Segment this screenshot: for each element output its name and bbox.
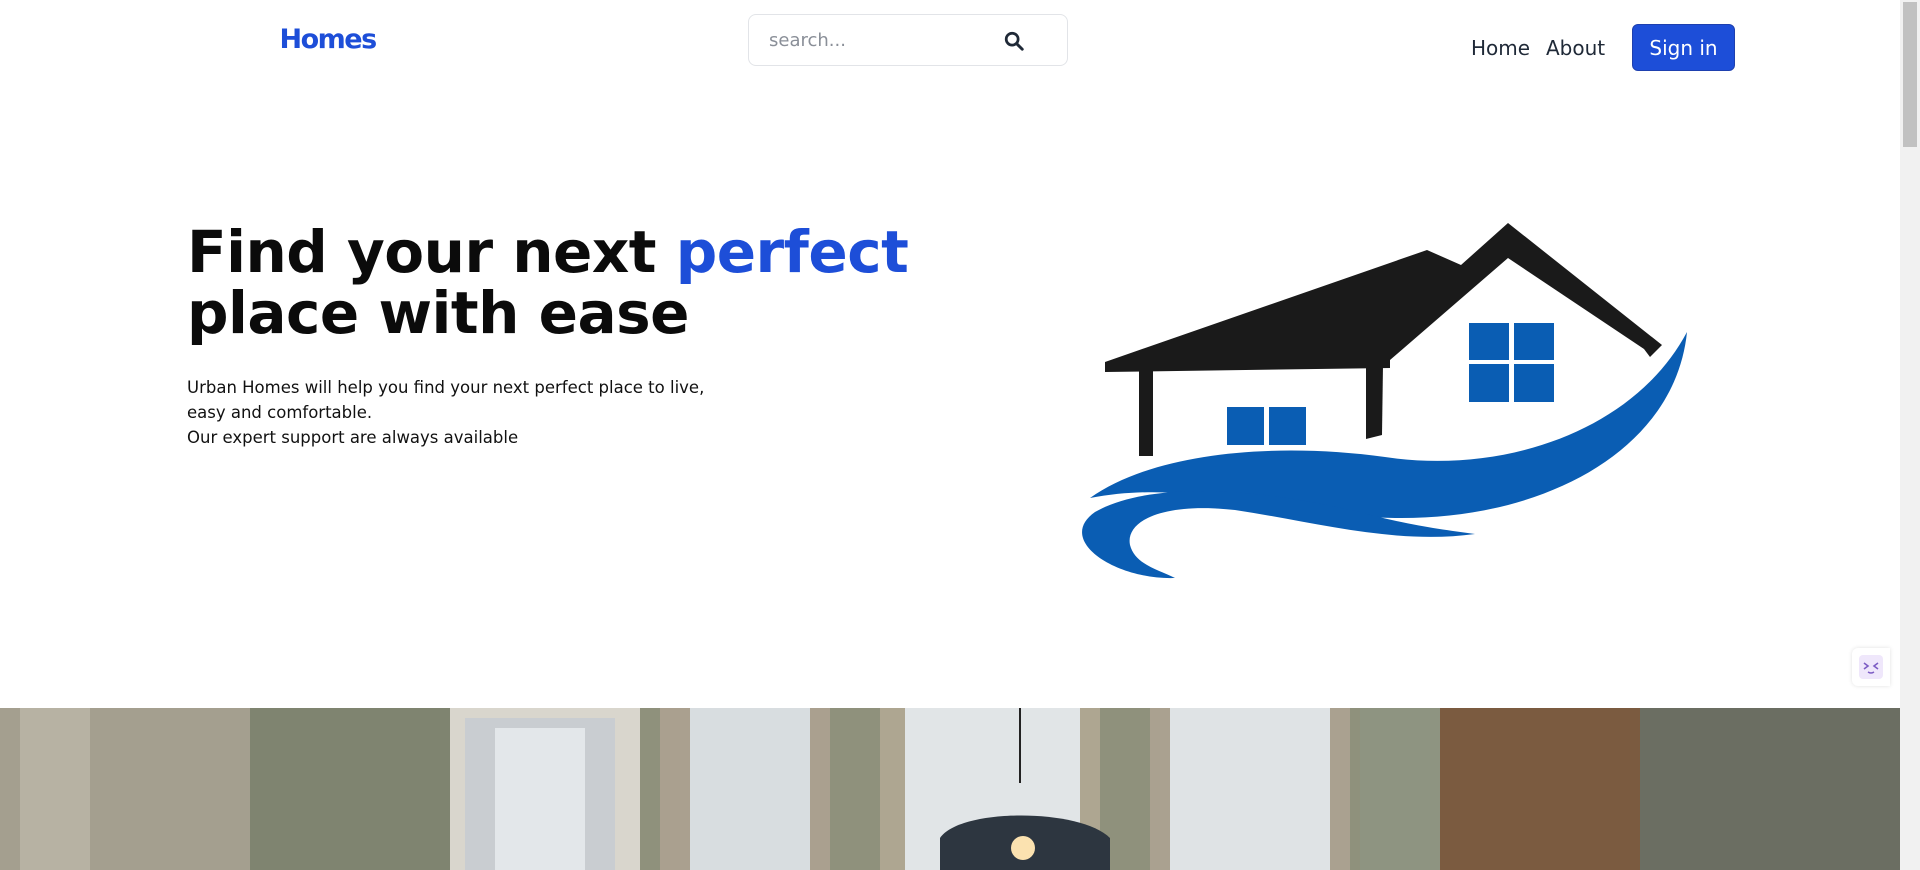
nav-about-link[interactable]: About <box>1546 36 1605 60</box>
hero-desc-line3: Our expert support are always available <box>187 428 519 447</box>
logo-urban-text: Urban <box>173 22 278 58</box>
site-logo[interactable]: Urban Homes <box>173 22 378 58</box>
hero-title-accent: perfect <box>675 218 909 286</box>
hero-description: Urban Homes will help you find your next… <box>187 375 704 450</box>
hero-title-line2: place with ease <box>187 279 689 347</box>
assistant-widget-button[interactable] <box>1852 648 1890 686</box>
sign-in-button[interactable]: Sign in <box>1632 24 1735 71</box>
search-box <box>748 14 1068 66</box>
get-started-label: let's get started... <box>222 492 406 514</box>
assistant-widget-icon <box>1859 655 1883 679</box>
hero-desc-line2: easy and comfortable. <box>187 403 373 422</box>
search-input[interactable] <box>769 29 1009 51</box>
hero-title: Find your next perfect place with ease <box>187 222 909 347</box>
search-icon[interactable] <box>1003 30 1025 52</box>
hero-desc-line1: Urban Homes will help you find your next… <box>187 378 705 397</box>
scrollbar-thumb[interactable] <box>1903 2 1917 147</box>
nav-home-link[interactable]: Home <box>1471 36 1530 60</box>
house-logo-icon <box>1082 223 1687 579</box>
room-photo <box>0 708 1900 870</box>
logo-homes-text: Homes <box>279 24 378 55</box>
hero-title-plain: Find your next <box>187 218 676 286</box>
get-started-button[interactable]: let's get started... <box>187 478 417 528</box>
